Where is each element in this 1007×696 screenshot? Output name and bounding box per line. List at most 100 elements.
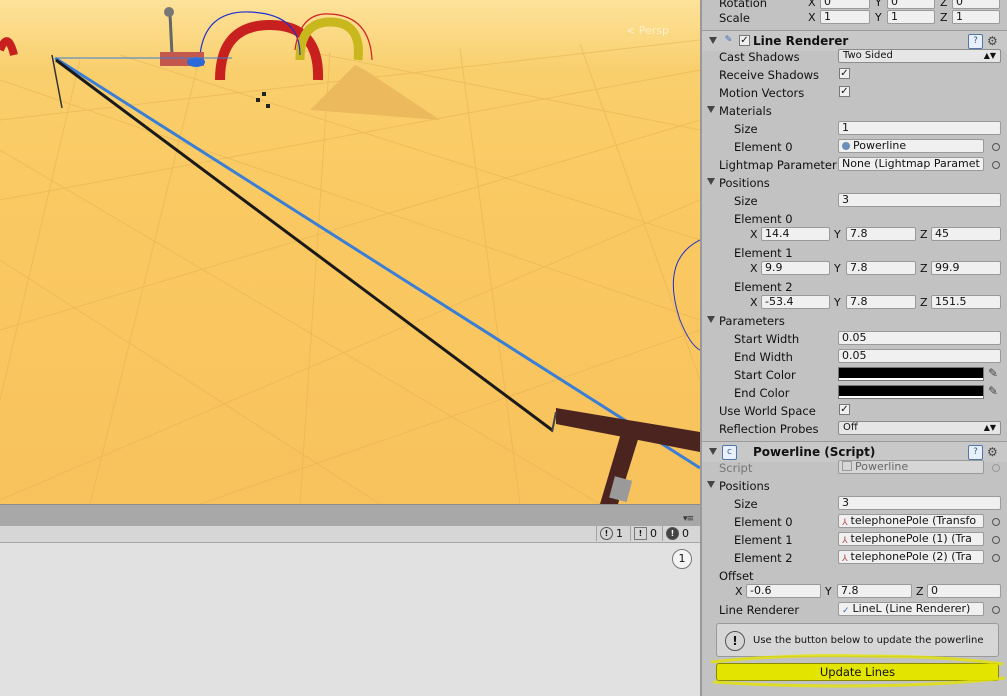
- inspector-panel[interactable]: Rotation X 0 Y 0 Z 0 Scale X 1 Y 1 Z 1 ✎…: [700, 0, 1007, 696]
- positions-size-field[interactable]: 3: [838, 193, 1001, 207]
- position-y-field[interactable]: 7.8: [846, 227, 916, 241]
- foldout-arrow-icon[interactable]: [707, 481, 715, 488]
- object-picker-icon[interactable]: [992, 143, 1000, 151]
- size-label: Size: [734, 122, 758, 136]
- offset-row: X -0.6 Y 7.8 Z 0: [702, 583, 1007, 601]
- material-element0-field[interactable]: Powerline: [838, 139, 984, 153]
- parameters-label: Parameters: [719, 314, 785, 328]
- position-x-field[interactable]: 9.9: [761, 261, 830, 275]
- world-space-checkbox[interactable]: ✓: [839, 404, 850, 415]
- console-info-toggle[interactable]: ! 1: [596, 526, 626, 541]
- axis-y-label: Y: [875, 11, 882, 24]
- end-color-swatch[interactable]: [838, 385, 984, 399]
- rotation-y-field[interactable]: 0: [887, 0, 935, 9]
- console-error-toggle[interactable]: ! 0: [662, 526, 692, 541]
- cast-shadows-label: Cast Shadows: [719, 50, 800, 64]
- pl-element-field[interactable]: ⅄ telephonePole (Transfo: [838, 514, 984, 528]
- position-element-row: X 14.4 Y 7.8 Z 45: [702, 226, 1007, 244]
- gear-icon[interactable]: ⚙: [987, 445, 998, 459]
- object-picker-icon[interactable]: [992, 161, 1000, 169]
- powerline-wire-blue[interactable]: [54, 56, 700, 470]
- object-picker-icon[interactable]: [992, 518, 1000, 526]
- scene-canvas[interactable]: [0, 0, 700, 504]
- pl-positions-foldout[interactable]: Positions: [702, 477, 1007, 495]
- scale-y-field[interactable]: 1: [887, 10, 935, 24]
- start-width-label: Start Width: [734, 332, 800, 346]
- end-width-field[interactable]: 0.05: [838, 349, 1001, 363]
- help-book-icon[interactable]: ?: [968, 445, 983, 460]
- pl-line-renderer-field[interactable]: ✓ LineL (Line Renderer): [838, 602, 984, 616]
- position-z-field[interactable]: 45: [931, 227, 1001, 241]
- end-width-row: End Width 0.05: [702, 348, 1007, 366]
- console-log-area[interactable]: [0, 543, 700, 696]
- world-space-label: Use World Space: [719, 404, 816, 418]
- panel-options-icon[interactable]: ▾≡: [683, 514, 694, 524]
- start-color-swatch[interactable]: [838, 367, 984, 381]
- world-space-row: Use World Space ✓: [702, 402, 1007, 420]
- script-name: Powerline: [855, 460, 909, 473]
- help-book-icon[interactable]: ?: [968, 34, 983, 49]
- position-y-field[interactable]: 7.8: [846, 295, 916, 309]
- lightmap-field[interactable]: None (Lightmap Paramet: [838, 157, 984, 171]
- script-field: Powerline: [838, 460, 984, 474]
- start-width-field[interactable]: 0.05: [838, 331, 1001, 345]
- axis-y-label: Y: [825, 585, 832, 598]
- object-picker-icon[interactable]: [992, 606, 1000, 614]
- rotation-x-field[interactable]: 0: [820, 0, 870, 9]
- scale-x-field[interactable]: 1: [820, 10, 870, 24]
- error-count: 0: [682, 527, 689, 540]
- pl-element-field[interactable]: ⅄ telephonePole (1) (Tra: [838, 532, 984, 546]
- reflection-probes-dropdown[interactable]: Off ▲▼: [838, 421, 1001, 435]
- position-x-field[interactable]: 14.4: [761, 227, 830, 241]
- object-picker-icon[interactable]: [992, 554, 1000, 562]
- positions-label: Positions: [719, 176, 770, 190]
- line-renderer-enabled-checkbox[interactable]: ✓: [739, 35, 750, 46]
- axis-z-label: Z: [920, 228, 928, 241]
- cast-shadows-dropdown[interactable]: Two Sided ▲▼: [838, 49, 1001, 63]
- materials-foldout[interactable]: Materials: [702, 102, 1007, 120]
- line-renderer-icon: ✓: [842, 606, 850, 616]
- element-label: Element 0: [734, 212, 793, 226]
- foldout-arrow-icon[interactable]: [707, 178, 715, 185]
- update-lines-button[interactable]: Update Lines: [716, 663, 999, 681]
- perspective-label[interactable]: < Persp: [626, 24, 669, 37]
- positions-size-row: Size 3: [702, 192, 1007, 210]
- powerline-wire-black[interactable]: [55, 58, 553, 432]
- eyedropper-icon[interactable]: ✎: [988, 384, 998, 398]
- rotation-z-field[interactable]: 0: [952, 0, 1000, 9]
- position-z-field[interactable]: 99.9: [931, 261, 1001, 275]
- foldout-arrow-icon[interactable]: [709, 448, 717, 455]
- scale-z-field[interactable]: 1: [952, 10, 1000, 24]
- axis-z-label: Z: [916, 585, 924, 598]
- offset-z-field[interactable]: 0: [927, 584, 1001, 598]
- object-picker-icon[interactable]: [992, 536, 1000, 544]
- receive-shadows-checkbox[interactable]: ✓: [839, 68, 850, 79]
- parameters-foldout[interactable]: Parameters: [702, 312, 1007, 330]
- pl-element-field[interactable]: ⅄ telephonePole (2) (Tra: [838, 550, 984, 564]
- materials-size-field[interactable]: 1: [838, 121, 1001, 135]
- positions-foldout[interactable]: Positions: [702, 174, 1007, 192]
- foldout-arrow-icon[interactable]: [707, 316, 715, 323]
- gear-icon[interactable]: ⚙: [987, 34, 998, 48]
- position-z-field[interactable]: 151.5: [931, 295, 1001, 309]
- scene-view[interactable]: < Persp: [0, 0, 700, 504]
- console-warning-toggle[interactable]: ! 0: [630, 526, 660, 541]
- pl-size-field[interactable]: 3: [838, 496, 1001, 510]
- arches[interactable]: [0, 11, 373, 81]
- eyedropper-icon[interactable]: ✎: [988, 366, 998, 380]
- motion-vectors-row: Motion Vectors ✓: [702, 84, 1007, 102]
- position-x-field[interactable]: -53.4: [761, 295, 830, 309]
- offset-x-field[interactable]: -0.6: [746, 584, 821, 598]
- reflection-probes-label: Reflection Probes: [719, 422, 819, 436]
- element-label: Element 1: [734, 533, 793, 547]
- motion-vectors-checkbox[interactable]: ✓: [839, 86, 850, 97]
- foldout-arrow-icon[interactable]: [709, 37, 717, 44]
- dropdown-arrow-icon: ▲▼: [983, 51, 996, 60]
- axis-z-label: Z: [920, 296, 928, 309]
- object-picker-icon: [992, 464, 1000, 472]
- position-y-field[interactable]: 7.8: [846, 261, 916, 275]
- lightmap-row: Lightmap Parameter None (Lightmap Parame…: [702, 156, 1007, 174]
- foldout-arrow-icon[interactable]: [707, 106, 715, 113]
- telephone-pole[interactable]: [551, 408, 700, 504]
- offset-y-field[interactable]: 7.8: [837, 584, 912, 598]
